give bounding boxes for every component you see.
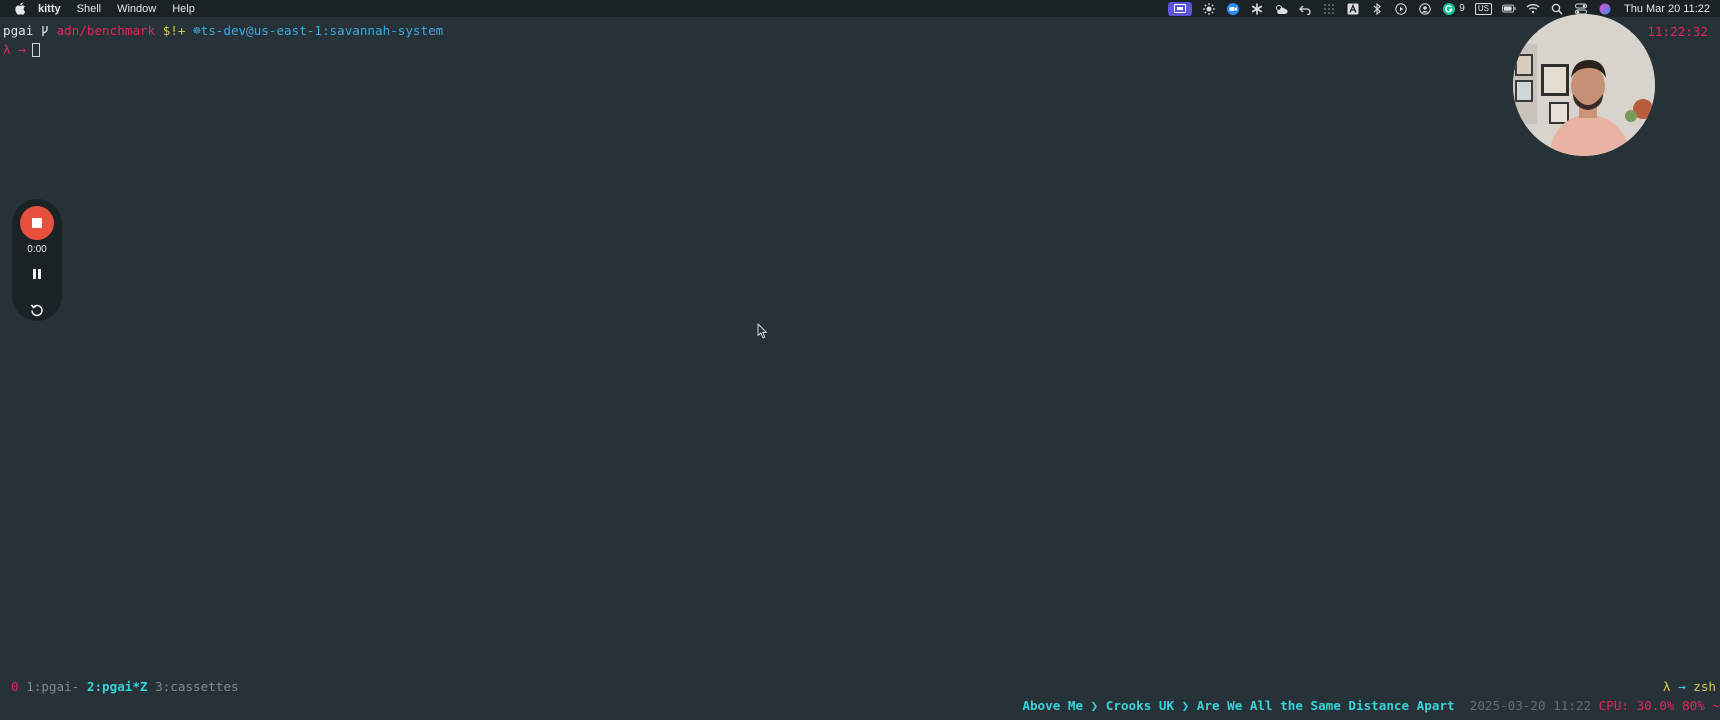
grammarly-icon[interactable] <box>1442 2 1456 16</box>
stop-icon <box>32 218 42 228</box>
app-menus: kitty Shell Window Help <box>38 3 211 15</box>
restart-recording-button[interactable] <box>29 302 45 318</box>
zoom-icon[interactable] <box>1226 2 1240 16</box>
user-circle-icon[interactable] <box>1418 2 1432 16</box>
sun-icon[interactable] <box>1202 2 1216 16</box>
wifi-icon[interactable] <box>1526 2 1540 16</box>
input-source-badge[interactable]: US <box>1474 2 1492 15</box>
stop-recording-button[interactable] <box>20 206 54 240</box>
webcam-overlay[interactable] <box>1513 14 1655 156</box>
tmux-window-3[interactable]: 3:cassettes <box>155 679 238 694</box>
text-cursor[interactable] <box>31 43 40 57</box>
menu-shell[interactable]: Shell <box>77 3 101 15</box>
reply-arrow-icon[interactable] <box>1298 2 1312 16</box>
mouse-pointer-icon <box>757 323 768 339</box>
prompt-lambda: λ <box>3 42 11 57</box>
prompt-line-2[interactable]: λ → <box>3 42 40 58</box>
battery-icon[interactable] <box>1501 2 1516 16</box>
menu-app-name[interactable]: kitty <box>38 3 61 15</box>
menu-window[interactable]: Window <box>117 3 156 15</box>
search-icon[interactable] <box>1550 2 1564 16</box>
shell-arrow: → <box>1678 679 1686 694</box>
prompt-arrow: → <box>18 42 26 57</box>
menubar-clock[interactable]: Thu Mar 20 11:22 <box>1624 3 1710 15</box>
dotted-grid-icon[interactable] <box>1322 2 1336 16</box>
pause-icon <box>33 269 36 279</box>
tmux-status-line: Above Me ❯ Crooks UK ❯ Are We All the Sa… <box>1022 698 1720 714</box>
asterisk-icon[interactable] <box>1250 2 1264 16</box>
play-circle-icon[interactable] <box>1394 2 1408 16</box>
pause-recording-button[interactable] <box>29 266 45 282</box>
prompt-line-1: pgai adn/benchmark $!+ ☸ts-dev@us-east-1… <box>3 23 443 39</box>
menu-bar: kitty Shell Window Help 9 US Thu Mar 20 … <box>0 0 1720 17</box>
siri-icon[interactable] <box>1598 2 1612 16</box>
grammarly-count: 9 <box>1459 3 1465 14</box>
tmux-window-list: 0 1:pgai- 2:pgai*Z 3:cassettes <box>11 679 239 695</box>
screen-recorder-icon[interactable] <box>1168 1 1193 16</box>
prompt-path: adn/benchmark <box>56 23 156 38</box>
restart-icon <box>30 304 43 317</box>
bluetooth-icon[interactable] <box>1370 2 1384 16</box>
tmux-session-marker: 0 <box>11 679 19 694</box>
git-branch-icon <box>41 23 49 38</box>
shell-name: zsh <box>1693 679 1716 694</box>
status-datetime: 2025-03-20 11:22 <box>1469 698 1592 713</box>
tmux-shell-indicator: λ → zsh <box>1663 679 1716 695</box>
shell-lambda: λ <box>1662 679 1671 694</box>
status-tray: 9 US Thu Mar 20 11:22 <box>1158 0 1710 17</box>
menu-help[interactable]: Help <box>172 3 195 15</box>
status-cpu: CPU: 30.0% 80% ~ <box>1598 698 1720 713</box>
prompt-host: pgai <box>3 23 34 38</box>
cloud-sun-icon[interactable] <box>1274 2 1288 16</box>
tmux-window-2[interactable]: 2:pgai*Z <box>87 679 148 694</box>
apple-logo-icon[interactable] <box>13 2 27 16</box>
recording-timer: 0:00 <box>27 244 47 255</box>
prompt-git-status: $!+ <box>162 23 186 38</box>
now-playing: Above Me ❯ Crooks UK ❯ Are We All the Sa… <box>1022 698 1455 713</box>
recording-controls: 0:00 <box>12 199 62 321</box>
screen: kitty Shell Window Help 9 US Thu Mar 20 … <box>0 0 1720 720</box>
a-box-icon[interactable] <box>1346 2 1360 16</box>
prompt-k8s-context: ☸ts-dev@us-east-1:savannah-system <box>193 23 444 38</box>
tmux-window-1[interactable]: 1:pgai- <box>26 679 79 694</box>
prompt-right-clock: 11:22:32 <box>1647 24 1708 39</box>
